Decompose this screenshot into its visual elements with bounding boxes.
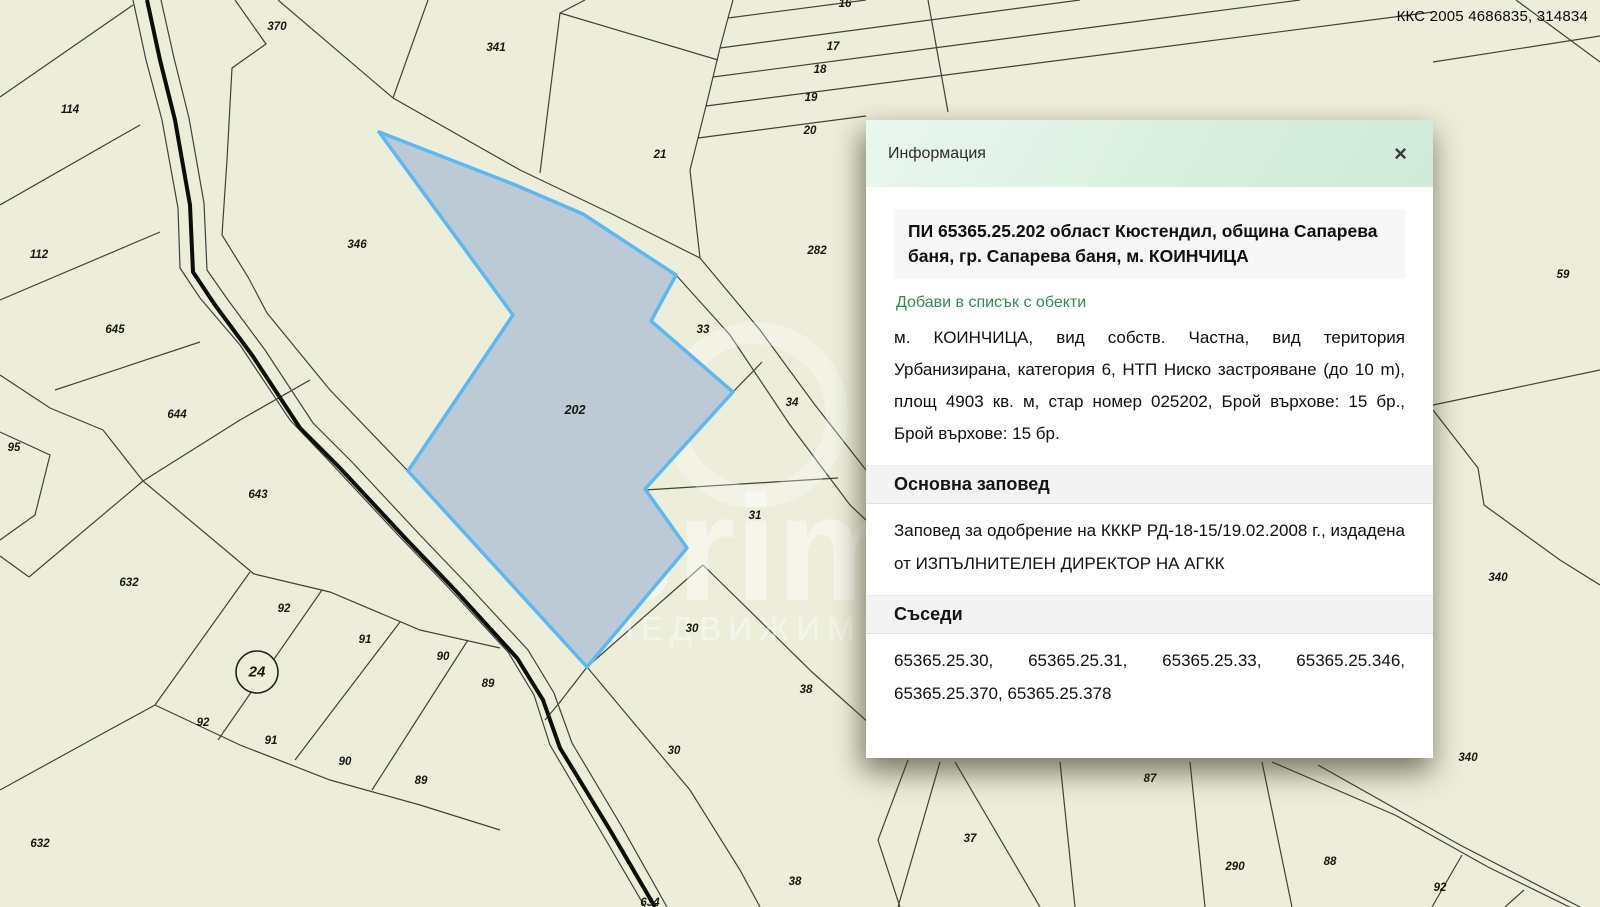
point-symbol-24: [236, 651, 278, 693]
section-heading-main-order: Основна заповед: [866, 465, 1433, 504]
popup-title: Информация: [888, 145, 986, 163]
section-heading-neighbors: Съседи: [866, 595, 1433, 634]
popup-body: ПИ 65365.25.202 област Кюстендил, община…: [866, 187, 1433, 710]
map-reference-code: ККС 2005 4686835, 314834: [1397, 8, 1588, 25]
add-to-object-list-link[interactable]: Добави в списък с обекти: [896, 294, 1086, 312]
close-icon[interactable]: ×: [1390, 141, 1411, 167]
info-popup: Информация × ПИ 65365.25.202 област Кюст…: [866, 120, 1433, 758]
popup-header: Информация ×: [866, 120, 1433, 187]
cadastral-map-viewer: prim НЕДВИЖИМИ ИМОТИ 3703411141123466456…: [0, 0, 1600, 907]
neighbors-list: 65365.25.30, 65365.25.31, 65365.25.33, 6…: [894, 644, 1405, 710]
main-order-text: Заповед за одобрение на КККР РД-18-15/19…: [894, 514, 1405, 580]
parcel-description: м. КОИНЧИЦА, вид собств. Частна, вид тер…: [894, 322, 1405, 450]
parcel-heading: ПИ 65365.25.202 област Кюстендил, община…: [894, 209, 1405, 279]
